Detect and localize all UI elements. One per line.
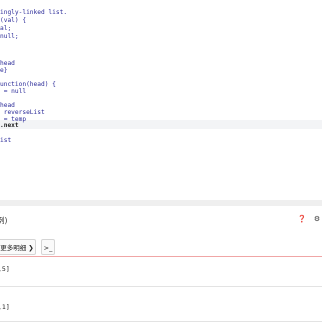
section-divider — [0, 256, 322, 257]
help-icon[interactable]: ❓ — [297, 214, 307, 224]
output-value: ,1] — [0, 303, 10, 311]
console-button[interactable]: >_ — [41, 239, 55, 255]
code-line-current[interactable]: .next — [0, 122, 19, 130]
input-value: ,5] — [0, 265, 10, 273]
code-line[interactable]: (val) { — [0, 17, 26, 25]
more-info-button[interactable]: 更多明细 ❯ — [0, 239, 36, 255]
current-line-highlight — [0, 120, 322, 129]
code-line[interactable]: null; — [0, 33, 19, 41]
gear-icon[interactable]: ⚙ — [312, 214, 322, 224]
testcase-panel: 例) ❓ ⚙ 更多明细 ❯ >_ ,5] ,1] — [0, 206, 322, 322]
code-line[interactable]: al; — [0, 25, 11, 33]
row-divider — [0, 286, 322, 287]
code-editor[interactable]: ingly-linked list. (val) { al; null; hea… — [0, 0, 322, 200]
panel-header: 例) ❓ ⚙ — [0, 206, 322, 234]
code-line[interactable]: ist — [0, 137, 11, 145]
code-line[interactable]: ingly-linked list. — [0, 9, 67, 17]
panel-title: 例) — [0, 216, 8, 225]
code-line[interactable]: e} — [0, 67, 7, 75]
code-line[interactable]: = null — [0, 88, 26, 96]
